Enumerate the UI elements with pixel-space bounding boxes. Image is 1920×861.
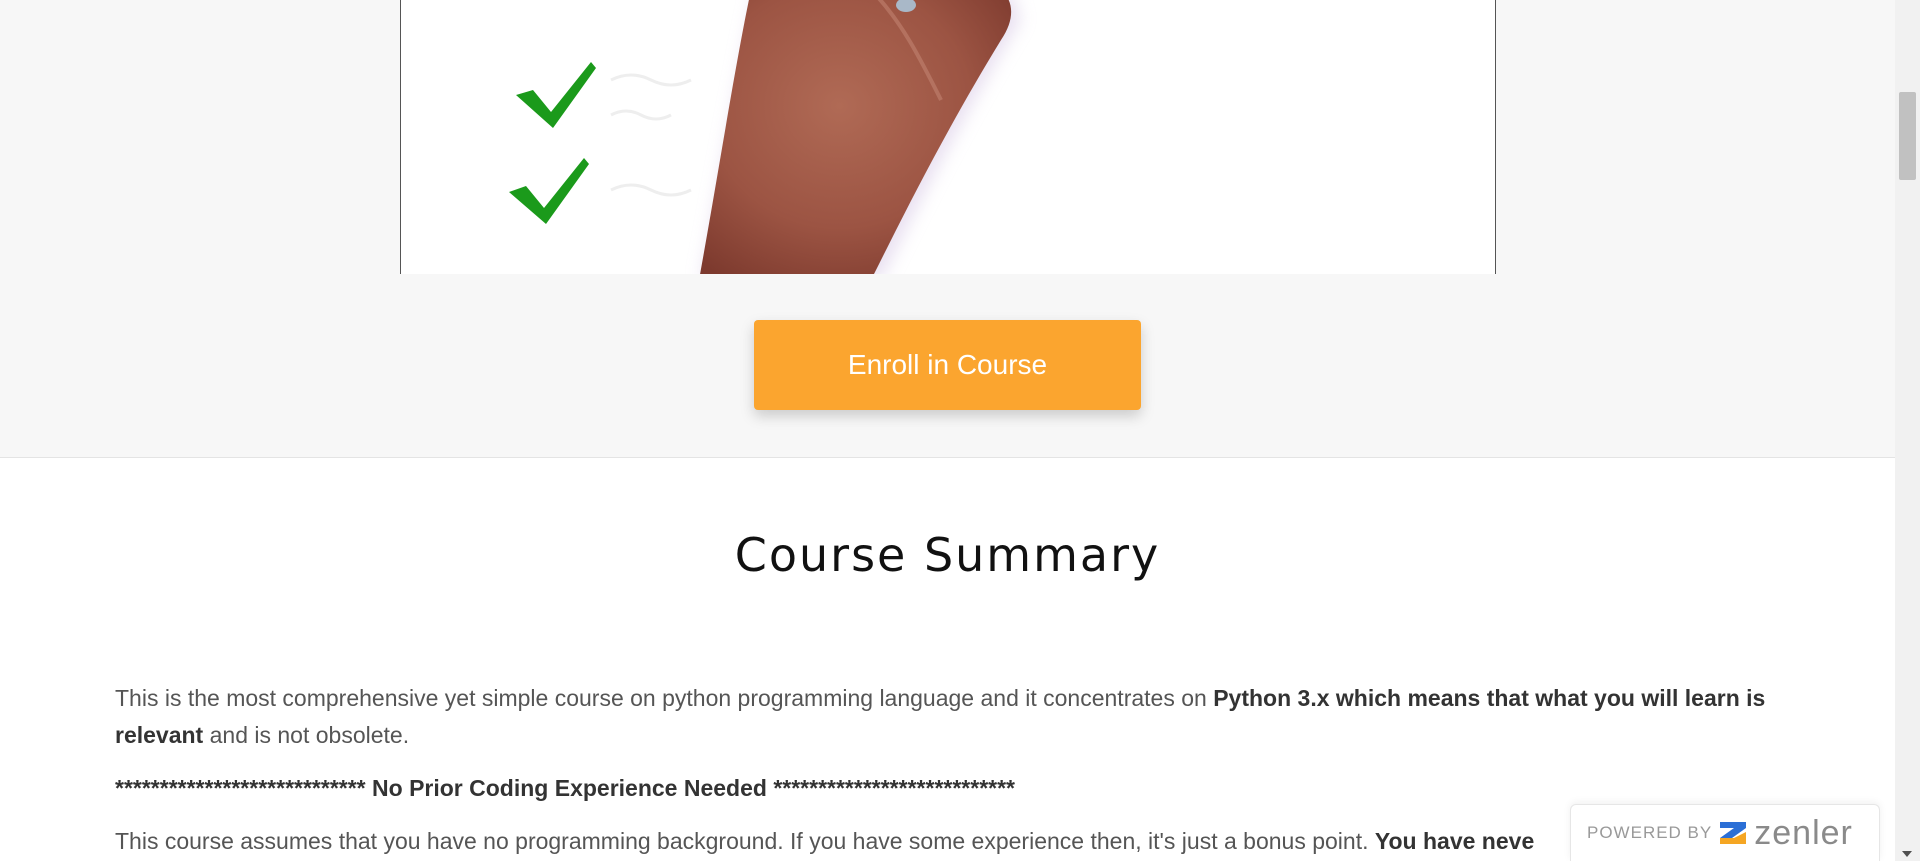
- checkmark-icon: [509, 158, 589, 224]
- vertical-scrollbar[interactable]: [1895, 0, 1920, 861]
- paragraph-text: and is not obsolete.: [203, 722, 410, 748]
- banner-text: No Prior Coding Experience Needed: [372, 775, 767, 801]
- paragraph-text: This course assumes that you have no pro…: [115, 828, 1375, 854]
- promo-illustration: [509, 0, 1021, 274]
- stars-decoration: ***************************: [766, 775, 1015, 801]
- scrollbar-thumb[interactable]: [1899, 92, 1916, 180]
- no-prior-experience-banner: **************************** No Prior Co…: [115, 770, 1787, 807]
- checkmark-icon: [516, 62, 596, 128]
- stars-decoration: ****************************: [115, 775, 373, 801]
- course-promo-image: [400, 0, 1496, 274]
- summary-text: This is the most comprehensive yet simpl…: [115, 680, 1787, 861]
- summary-paragraph: This is the most comprehensive yet simpl…: [115, 680, 1787, 754]
- page: Enroll in Course Course Summary This is …: [0, 0, 1920, 861]
- scroll-down-arrow-icon[interactable]: [1902, 851, 1912, 857]
- powered-by-label: POWERED BY: [1587, 823, 1713, 842]
- paragraph-bold-text: You have neve: [1374, 828, 1535, 854]
- paragraph-text: This is the most comprehensive yet simpl…: [115, 685, 1214, 711]
- hero-section: Enroll in Course: [0, 0, 1895, 458]
- zenler-logo-icon: [1720, 822, 1747, 844]
- section-title: Course Summary: [734, 528, 1161, 582]
- course-summary-section: Course Summary This is the most comprehe…: [0, 458, 1895, 861]
- hand-illustration: [700, 0, 1012, 274]
- summary-paragraph: This course assumes that you have no pro…: [115, 823, 1787, 860]
- faint-writing: [610, 73, 692, 197]
- zenler-brand-text: zenler: [1754, 813, 1853, 852]
- enroll-in-course-button[interactable]: Enroll in Course: [754, 320, 1141, 410]
- powered-by-zenler-badge[interactable]: POWERED BY zenler: [1570, 804, 1880, 861]
